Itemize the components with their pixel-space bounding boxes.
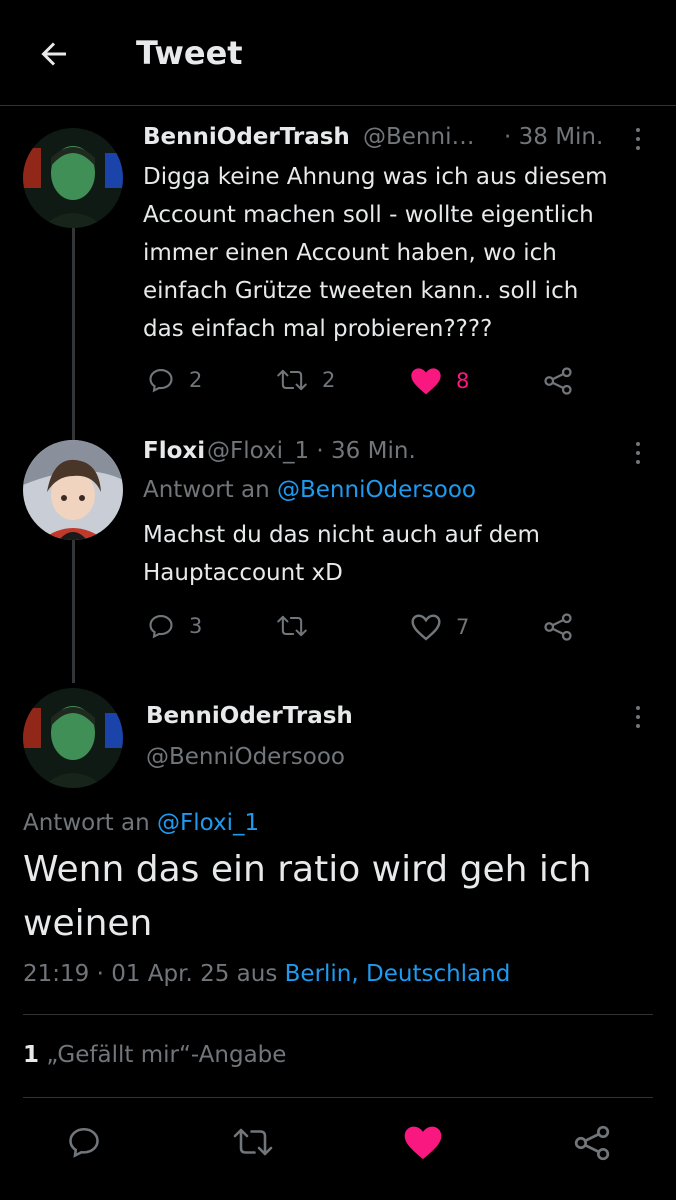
- back-button[interactable]: [30, 30, 78, 78]
- retweet-count: 2: [322, 368, 336, 392]
- location-link[interactable]: Berlin, Deutschland: [285, 961, 511, 987]
- heart-filled-icon: [404, 1126, 442, 1160]
- author-name[interactable]: Floxi: [143, 438, 205, 464]
- author-handle[interactable]: @Benni…: [363, 124, 474, 150]
- tweet-text: Machst du das nicht auch auf dem Hauptac…: [143, 522, 540, 586]
- author-name[interactable]: BenniOderTrash: [146, 703, 353, 729]
- retweet-icon: [277, 369, 307, 391]
- page-title: Tweet: [136, 34, 243, 72]
- timestamp[interactable]: · 38 Min.: [504, 124, 603, 150]
- tweet-timestamp: 21:19 · 01 Apr. 25 aus Berlin, Deutschla…: [23, 961, 511, 987]
- reply-icon: [149, 369, 173, 393]
- reply-icon: [149, 615, 173, 639]
- like-button[interactable]: [403, 1124, 443, 1161]
- share-icon: [544, 367, 572, 395]
- share-button[interactable]: [543, 612, 573, 642]
- share-button[interactable]: [573, 1124, 611, 1162]
- reply-count: 2: [189, 368, 203, 392]
- more-options-icon[interactable]: [628, 128, 648, 150]
- reply-button[interactable]: 3: [147, 612, 202, 640]
- reply-button[interactable]: [66, 1124, 102, 1160]
- tweet-text: Digga keine Ahnung was ich aus diesem Ac…: [143, 164, 608, 342]
- heart-filled-icon: [411, 368, 441, 395]
- reply-count: 3: [189, 614, 203, 638]
- divider: [23, 1014, 653, 1015]
- likes-count: 1: [23, 1042, 40, 1068]
- divider: [23, 1097, 653, 1098]
- reply-icon: [69, 1127, 99, 1158]
- more-options-icon[interactable]: [628, 442, 648, 464]
- header-divider: [0, 105, 676, 106]
- avatar[interactable]: [23, 440, 123, 540]
- author-handle-time[interactable]: @Floxi_1 · 36 Min.: [207, 438, 416, 464]
- retweet-button[interactable]: [276, 612, 308, 640]
- share-icon: [544, 613, 572, 641]
- likes-summary[interactable]: 1 „Gefällt mir“-Angabe: [23, 1042, 286, 1068]
- arrow-left-icon: [41, 42, 66, 66]
- avatar[interactable]: [23, 688, 123, 788]
- retweet-button[interactable]: 2: [276, 366, 335, 394]
- mention-link[interactable]: @Floxi_1: [157, 810, 259, 836]
- like-button[interactable]: 7: [410, 612, 469, 642]
- like-count: 7: [456, 615, 470, 639]
- retweet-icon: [277, 615, 307, 637]
- mention-link[interactable]: @BenniOdersooo: [277, 477, 476, 503]
- share-icon: [574, 1125, 610, 1161]
- heart-outline-icon: [411, 614, 441, 641]
- author-name[interactable]: BenniOderTrash: [143, 124, 350, 150]
- more-options-icon[interactable]: [628, 706, 648, 728]
- retweet-icon: [233, 1128, 273, 1156]
- like-button[interactable]: 8: [410, 366, 469, 396]
- like-count: 8: [456, 369, 470, 393]
- reply-button[interactable]: 2: [147, 366, 202, 394]
- reply-context: Antwort an @Floxi_1: [23, 810, 260, 836]
- retweet-button[interactable]: [232, 1124, 274, 1160]
- share-button[interactable]: [543, 366, 573, 396]
- likes-label: „Gefällt mir“-Angabe: [46, 1042, 287, 1068]
- avatar[interactable]: [23, 128, 123, 228]
- reply-context: Antwort an @BenniOdersooo: [143, 477, 476, 503]
- tweet-text: Wenn das ein ratio wird geh ich weinen: [23, 849, 592, 944]
- author-handle[interactable]: @BenniOdersooo: [146, 744, 345, 770]
